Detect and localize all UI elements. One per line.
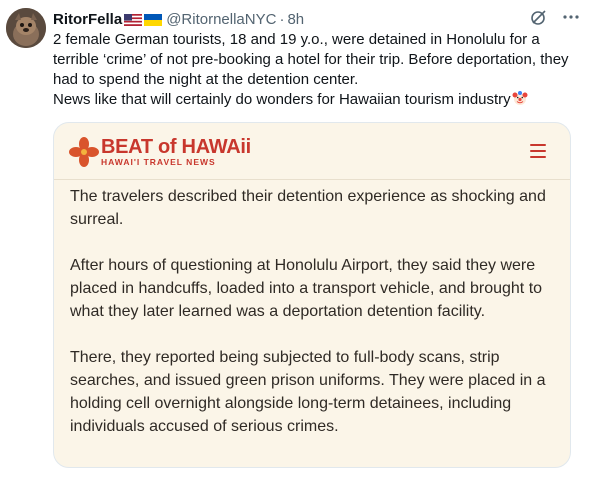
logo-tagline: HAWAI'I TRAVEL NEWS — [101, 157, 216, 167]
author-handle[interactable]: @RitornellaNYC — [166, 11, 276, 28]
ukraine-flag-icon — [144, 13, 163, 26]
us-flag-icon — [124, 13, 143, 26]
hibiscus-icon — [69, 137, 99, 167]
article-paragraph-1: The travelers described their detention … — [70, 188, 546, 228]
article-body: The travelers described their detention … — [70, 185, 556, 461]
timestamp[interactable]: 8h — [287, 11, 304, 28]
tweet-body: 2 female German tourists, 18 and 19 y.o.… — [53, 31, 569, 108]
tweet-header: RitorFella @RitornellaNYC · 8h — [53, 8, 580, 30]
author-name[interactable]: RitorFella — [53, 11, 122, 28]
article-paragraph-3: There, they reported being subjected to … — [70, 349, 546, 435]
article-card[interactable]: BEAT of HAWAii HAWAI'I TRAVEL NEWS The t… — [53, 122, 571, 468]
card-header: BEAT of HAWAii HAWAI'I TRAVEL NEWS — [54, 123, 570, 180]
avatar-image — [6, 8, 46, 48]
article-paragraph-2: After hours of questioning at Honolulu A… — [70, 257, 543, 320]
header-actions — [530, 8, 580, 30]
beat-of-hawaii-logo[interactable]: BEAT of HAWAii HAWAI'I TRAVEL NEWS — [69, 135, 251, 169]
tweet-text: 2 female German tourists, 18 and 19 y.o.… — [53, 30, 583, 110]
clown-face-icon — [512, 90, 528, 106]
logo-wordmark: BEAT of HAWAii — [101, 136, 251, 158]
author-avatar[interactable] — [6, 8, 46, 48]
more-icon[interactable] — [562, 8, 580, 30]
hamburger-menu-icon[interactable] — [530, 144, 546, 158]
grok-icon[interactable] — [530, 8, 548, 30]
separator-dot: · — [279, 10, 285, 28]
